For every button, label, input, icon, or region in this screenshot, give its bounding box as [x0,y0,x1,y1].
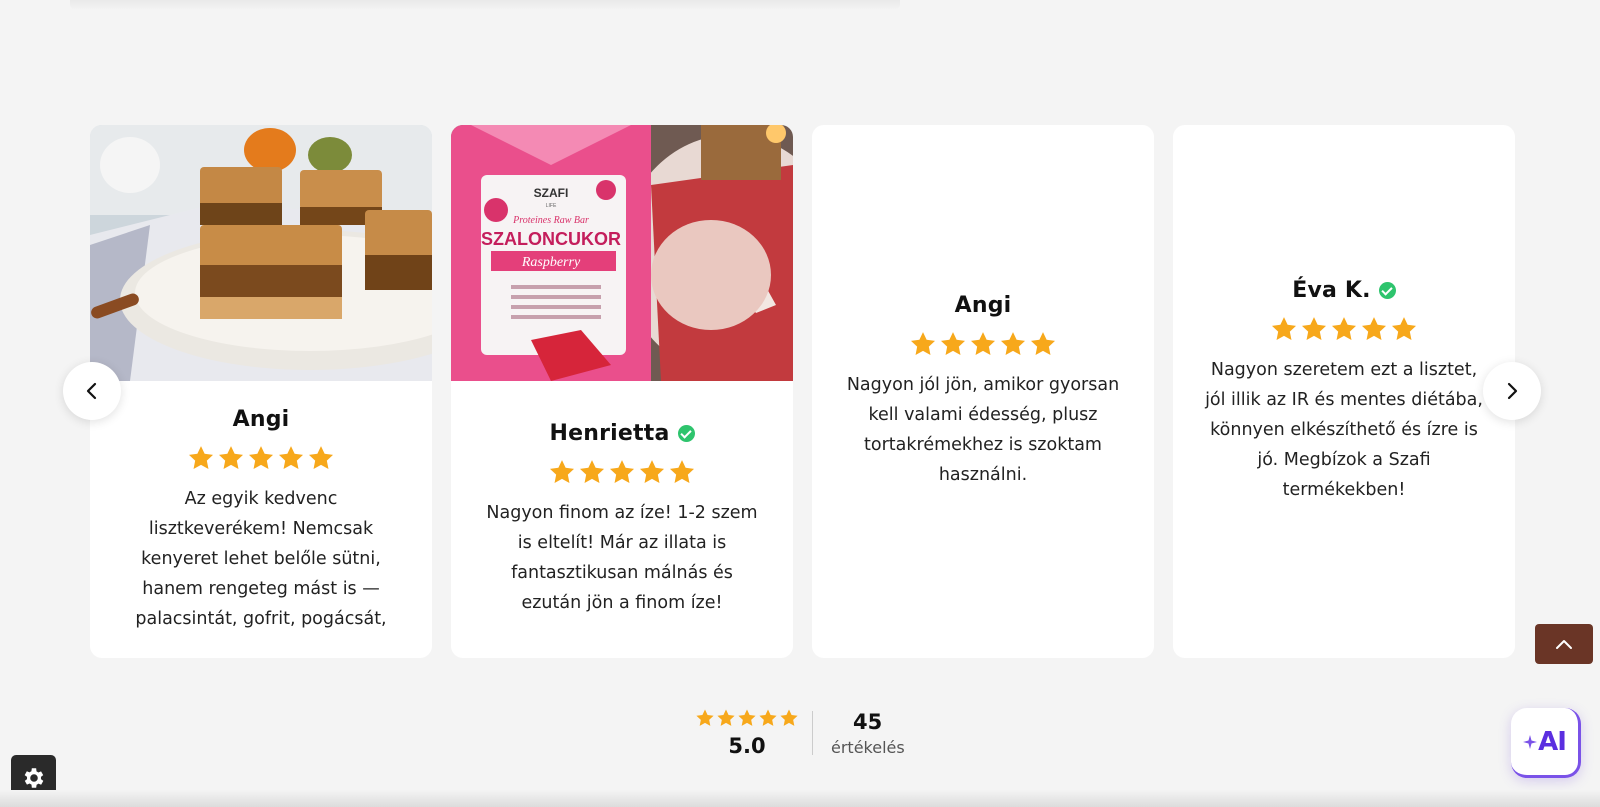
reviewer-name: Henrietta [550,421,695,446]
reviewer-name: Éva K. [1292,278,1396,303]
star-icon [638,458,666,486]
star-icon [909,330,937,358]
review-card-4: Éva K. Nagyon szeretem ezt a lisztet, jó… [1173,125,1515,658]
package-product: SZALONCUKOR [481,229,621,249]
star-icon [217,444,245,472]
package-brand: SZAFI [534,186,569,200]
star-icon [548,458,576,486]
star-icon [717,709,735,726]
review-count: 45 [853,709,883,734]
star-icon [939,330,967,358]
star-icon [780,709,798,726]
chevron-left-icon [86,382,97,400]
chevron-right-icon [1507,382,1518,400]
ai-label: AI [1538,726,1567,757]
review-count-label: értékelés [831,737,905,757]
review-card-2: SZAFI LIFE Proteines Raw Bar SZALONCUKOR… [451,125,793,658]
star-icon [1270,315,1298,343]
star-icon [307,444,335,472]
star-icon [247,444,275,472]
summary-star-rating [692,708,802,728]
carousel-prev-button[interactable] [63,362,121,420]
review-text: Nagyon finom az íze! 1-2 szem is eltelít… [486,503,758,613]
bottom-edge [0,790,1600,807]
sparkle-icon [1523,734,1538,749]
review-card-3: Angi Nagyon jól jön, amikor gyorsan kell… [812,125,1154,658]
verified-check-icon [677,425,695,442]
review-photo-apple-pie [90,125,432,381]
review-card-1: Angi Az egyik kedvenc lisztkeverékem! Ne… [90,125,432,658]
star-icon [1390,315,1418,343]
star-icon [696,709,714,726]
package-line: Proteines Raw Bar [512,215,589,226]
average-rating: 5.0 [728,734,766,758]
star-icon [578,458,606,486]
star-rating [451,458,793,486]
summary-divider [812,711,813,755]
reviewer-name: Angi [232,407,290,432]
package-brand-sub: LIFE [546,203,557,209]
top-divider [70,0,900,10]
rating-summary: 5.0 45 értékelés [692,708,905,758]
review-text: Nagyon jól jön, amikor gyorsan kell vala… [846,375,1120,485]
reviewer-name: Angi [954,293,1012,318]
review-text: Nagyon szeretem ezt a lisztet, jól illik… [1205,360,1483,500]
star-icon [1029,330,1057,358]
review-text: Az egyik kedvenc lisztkeverékem! Nemcsak… [135,489,387,629]
scroll-to-top-button[interactable] [1535,624,1593,664]
star-icon [1330,315,1358,343]
ai-assistant-button[interactable]: AI [1511,708,1581,778]
star-rating [90,444,432,472]
star-icon [999,330,1027,358]
star-icon [668,458,696,486]
star-icon [608,458,636,486]
star-icon [969,330,997,358]
star-icon [738,709,756,726]
chevron-up-icon [1556,640,1572,649]
star-icon [759,709,777,726]
verified-check-icon [1378,282,1396,299]
star-rating [812,330,1154,358]
star-rating [1173,315,1515,343]
star-icon [1300,315,1328,343]
gear-icon [24,767,43,788]
apple-pie-photo [90,125,432,381]
package-flavor: Raspberry [521,255,581,270]
star-icon [1360,315,1388,343]
star-icon [187,444,215,472]
star-icon [277,444,305,472]
carousel-next-button[interactable] [1483,362,1541,420]
szaloncukor-package-photo: SZAFI LIFE Proteines Raw Bar SZALONCUKOR… [451,125,793,381]
review-photo-szaloncukor: SZAFI LIFE Proteines Raw Bar SZALONCUKOR… [451,125,793,381]
